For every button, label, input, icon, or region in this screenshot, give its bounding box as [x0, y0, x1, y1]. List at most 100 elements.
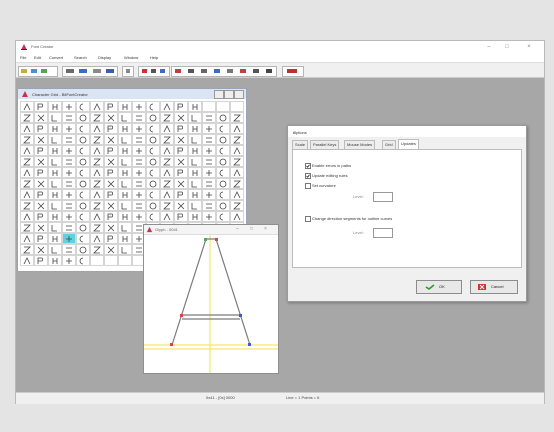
glyph-cell[interactable] [104, 101, 118, 112]
glyph-cell[interactable] [160, 134, 174, 145]
glyph-cell[interactable] [174, 167, 188, 178]
glyph-cell[interactable] [62, 189, 76, 200]
glyph-cell[interactable] [216, 123, 230, 134]
glyph-cell[interactable] [104, 145, 118, 156]
glyph-cell[interactable] [118, 200, 132, 211]
glyph-cell[interactable] [230, 167, 244, 178]
glyph-cell[interactable] [48, 123, 62, 134]
glyph-cell[interactable] [146, 167, 160, 178]
glyph-cell[interactable] [188, 101, 202, 112]
glyph-cell[interactable] [104, 233, 118, 244]
glyph-cell[interactable] [20, 167, 34, 178]
glyph-cell[interactable] [202, 189, 216, 200]
zoom-tool[interactable] [282, 66, 304, 77]
glyph-cell[interactable] [90, 178, 104, 189]
glyph-cell[interactable] [48, 167, 62, 178]
glyph-cell[interactable] [160, 189, 174, 200]
glyph-cell[interactable] [76, 222, 90, 233]
glyph-cell[interactable] [202, 211, 216, 222]
glyph-cell[interactable] [20, 178, 34, 189]
glyph-cell[interactable] [90, 244, 104, 255]
glyph-cell[interactable] [20, 222, 34, 233]
glyph-cell[interactable] [202, 167, 216, 178]
glyph-cell[interactable] [132, 167, 146, 178]
menu-search[interactable]: Search [74, 55, 87, 60]
glyph-cell[interactable] [160, 156, 174, 167]
glyph-cell[interactable] [76, 112, 90, 123]
glyph-cell[interactable] [76, 167, 90, 178]
glyph-cell[interactable] [230, 156, 244, 167]
glyph-cell[interactable] [118, 112, 132, 123]
glyph-cell[interactable] [174, 101, 188, 112]
glyph-cell[interactable] [160, 145, 174, 156]
control-point[interactable] [180, 314, 183, 317]
glyph-cell[interactable] [118, 134, 132, 145]
control-point[interactable] [215, 238, 218, 241]
glyph-cell[interactable] [76, 134, 90, 145]
glyph-cell[interactable] [118, 156, 132, 167]
glyph-cell[interactable] [34, 112, 48, 123]
glyph-cell[interactable] [230, 145, 244, 156]
glyph-cell[interactable] [20, 255, 34, 266]
level-spinner[interactable] [373, 228, 393, 238]
glyph-cell[interactable] [76, 233, 90, 244]
glyph-cell[interactable] [48, 233, 62, 244]
glyph-cell[interactable] [48, 101, 62, 112]
glyph-cell[interactable] [90, 145, 104, 156]
glyph-cell[interactable] [62, 244, 76, 255]
glyph-cell[interactable] [104, 255, 118, 266]
glyph-cell[interactable] [132, 134, 146, 145]
glyph-cell[interactable] [118, 189, 132, 200]
glyph-cell[interactable] [118, 244, 132, 255]
glyph-cell[interactable] [230, 178, 244, 189]
glyph-cell[interactable] [48, 255, 62, 266]
glyph-cell[interactable] [104, 189, 118, 200]
glyph-cell[interactable] [146, 145, 160, 156]
glyph-canvas[interactable] [144, 235, 278, 373]
glyph-cell[interactable] [132, 112, 146, 123]
menu-file[interactable]: File [20, 55, 26, 60]
glyph-cell[interactable] [20, 134, 34, 145]
grid-minimize-button[interactable] [214, 90, 224, 99]
glyph-cell[interactable] [118, 211, 132, 222]
glyph-cell[interactable] [118, 101, 132, 112]
glyph-cell[interactable] [216, 145, 230, 156]
glyph-cell[interactable] [160, 211, 174, 222]
glyph-cell[interactable] [216, 189, 230, 200]
checkbox-unchecked-icon[interactable] [305, 216, 311, 222]
glyph-cell[interactable] [230, 112, 244, 123]
glyph-cell[interactable] [76, 145, 90, 156]
glyph-cell[interactable] [90, 233, 104, 244]
glyph-cell[interactable] [230, 211, 244, 222]
control-point[interactable] [170, 343, 173, 346]
glyph-cell[interactable] [20, 156, 34, 167]
glyph-cell[interactable] [146, 211, 160, 222]
glyph-cell[interactable] [132, 178, 146, 189]
tab-scale[interactable]: Scale [292, 140, 309, 149]
glyph-cell[interactable] [20, 189, 34, 200]
glyph-cell[interactable] [90, 167, 104, 178]
glyph-cell[interactable] [188, 145, 202, 156]
drawing-tools-group[interactable] [138, 66, 170, 77]
glyph-cell[interactable] [76, 200, 90, 211]
glyph-cell[interactable] [216, 167, 230, 178]
glyph-cell[interactable] [174, 123, 188, 134]
glyph-cell[interactable] [34, 255, 48, 266]
glyph-cell[interactable] [20, 145, 34, 156]
glyph-cell[interactable] [62, 200, 76, 211]
menu-display[interactable]: Display [98, 55, 111, 60]
glyph-cell[interactable] [146, 112, 160, 123]
glyph-cell[interactable] [146, 189, 160, 200]
glyph-cell[interactable] [76, 255, 90, 266]
glyph-cell[interactable] [174, 145, 188, 156]
glyph-cell[interactable] [90, 211, 104, 222]
glyph-cell[interactable] [62, 178, 76, 189]
glyph-cell[interactable] [48, 112, 62, 123]
glyph-cell[interactable] [160, 101, 174, 112]
glyph-cell[interactable] [188, 211, 202, 222]
glyph-cell[interactable] [48, 222, 62, 233]
maximize-button[interactable]: □ [500, 43, 514, 51]
glyph-cell[interactable] [34, 233, 48, 244]
glyph-cell[interactable] [76, 178, 90, 189]
glyph-cell[interactable] [34, 145, 48, 156]
